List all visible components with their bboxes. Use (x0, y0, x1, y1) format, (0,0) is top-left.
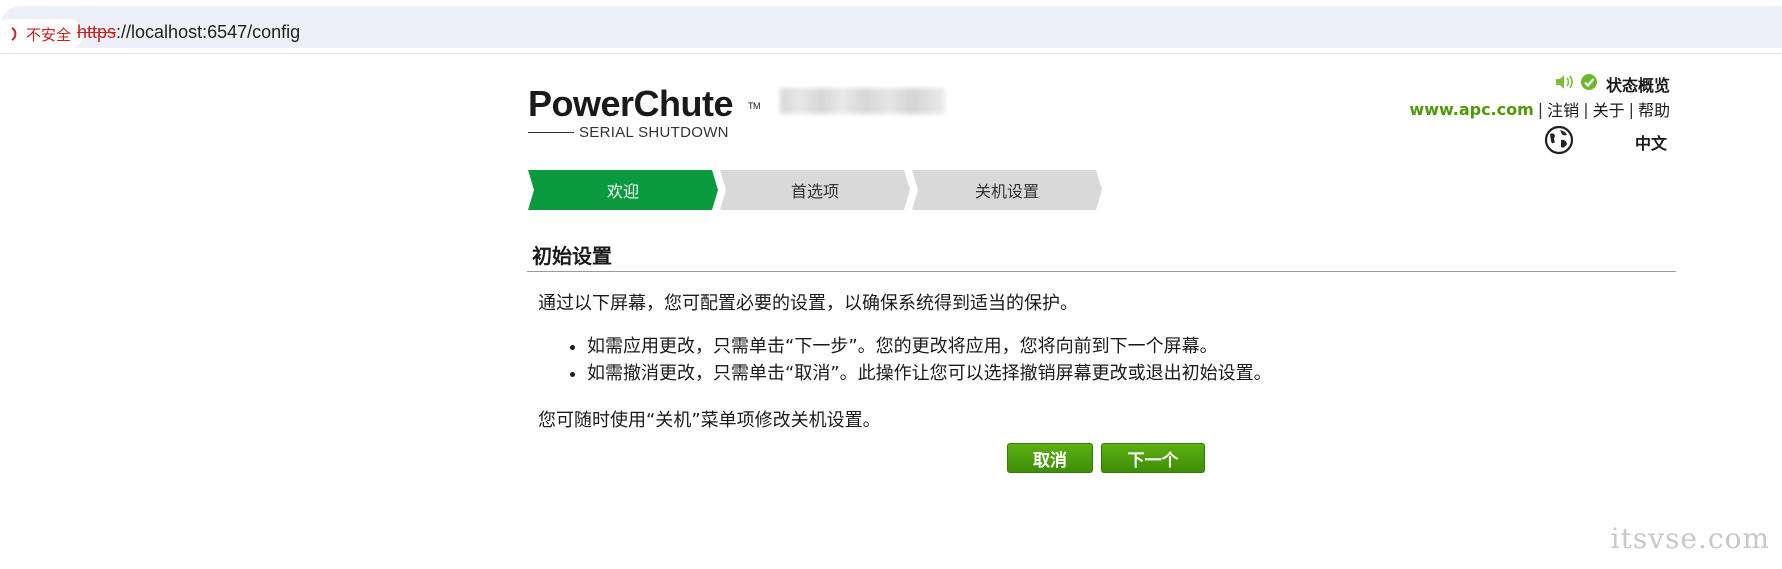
list-item: 如需撤消更改，只需单击“取消”。此操作让您可以选择撤销屏幕更改或退出初始设置。 (587, 360, 1272, 387)
about-link[interactable]: 关于 (1593, 97, 1625, 121)
status-ok-icon (1580, 73, 1598, 95)
trademark-mark: TM (748, 101, 761, 111)
list-item: 如需应用更改，只需单击“下一步”。您的更改将应用，您将向前到下一个屏幕。 (587, 333, 1272, 360)
security-label: 不安全 (26, 25, 72, 44)
browser-address-bar: 不安全 https://localhost:6547/config (0, 0, 1782, 54)
step-label: 欢迎 (606, 182, 639, 201)
watermark: itsvse.com (1610, 522, 1770, 555)
warning-icon (10, 26, 20, 42)
step-label: 首选项 (790, 182, 839, 201)
cancel-button[interactable]: 取消 (1007, 443, 1093, 473)
help-link[interactable]: 帮助 (1638, 97, 1670, 121)
apc-website-link[interactable]: www.apc.com (1409, 100, 1533, 119)
status-overview[interactable]: 状态概览 (1409, 72, 1670, 96)
logout-link[interactable]: 注销 (1547, 97, 1579, 121)
header-utility: 状态概览 www.apc.com | 注销 | 关于 | 帮助 中文 (1409, 72, 1670, 160)
powerchute-logo: PowerChute TM SERIAL SHUTDOWN (528, 83, 761, 144)
status-overview-label[interactable]: 状态概览 (1606, 72, 1670, 96)
security-indicator[interactable]: 不安全 (0, 19, 84, 49)
logo-subtitle: SERIAL SHUTDOWN (528, 124, 748, 141)
step-shutdown-settings[interactable]: 关机设置 (912, 170, 1102, 210)
header-links: www.apc.com | 注销 | 关于 | 帮助 (1409, 96, 1670, 122)
separator: | (1583, 99, 1589, 119)
separator: | (1537, 99, 1544, 119)
wizard-steps: 欢迎 首选项 关机设置 (528, 170, 1108, 210)
language-selector[interactable]: 中文 (1409, 124, 1670, 160)
url-path: ://localhost:6547/config (116, 22, 301, 42)
section-divider (527, 271, 1676, 272)
language-label[interactable]: 中文 (1635, 130, 1667, 154)
separator: | (1628, 99, 1634, 119)
url-scheme: https (77, 22, 117, 42)
logo-line (528, 132, 574, 133)
wizard-buttons: 取消 下一个 (1007, 443, 1205, 473)
footer-note: 您可随时使用“关机”菜单项修改关机设置。 (538, 410, 881, 431)
redacted-hostname (780, 88, 945, 114)
step-welcome[interactable]: 欢迎 (528, 170, 718, 210)
section-title: 初始设置 (532, 244, 612, 268)
next-button[interactable]: 下一个 (1101, 443, 1205, 473)
sound-icon[interactable] (1554, 73, 1576, 95)
omnibox[interactable]: 不安全 https://localhost:6547/config (0, 6, 1782, 49)
instruction-list: 如需应用更改，只需单击“下一步”。您的更改将应用，您将向前到下一个屏幕。 如需撤… (565, 333, 1272, 387)
step-label: 关机设置 (974, 182, 1039, 201)
intro-text: 通过以下屏幕，您可配置必要的设置，以确保系统得到适当的保护。 (538, 293, 1078, 314)
logo-title: PowerChute TM (528, 83, 761, 124)
step-preferences[interactable]: 首选项 (720, 170, 910, 210)
url-text[interactable]: https://localhost:6547/config (77, 22, 300, 43)
globe-icon[interactable] (1543, 124, 1575, 160)
